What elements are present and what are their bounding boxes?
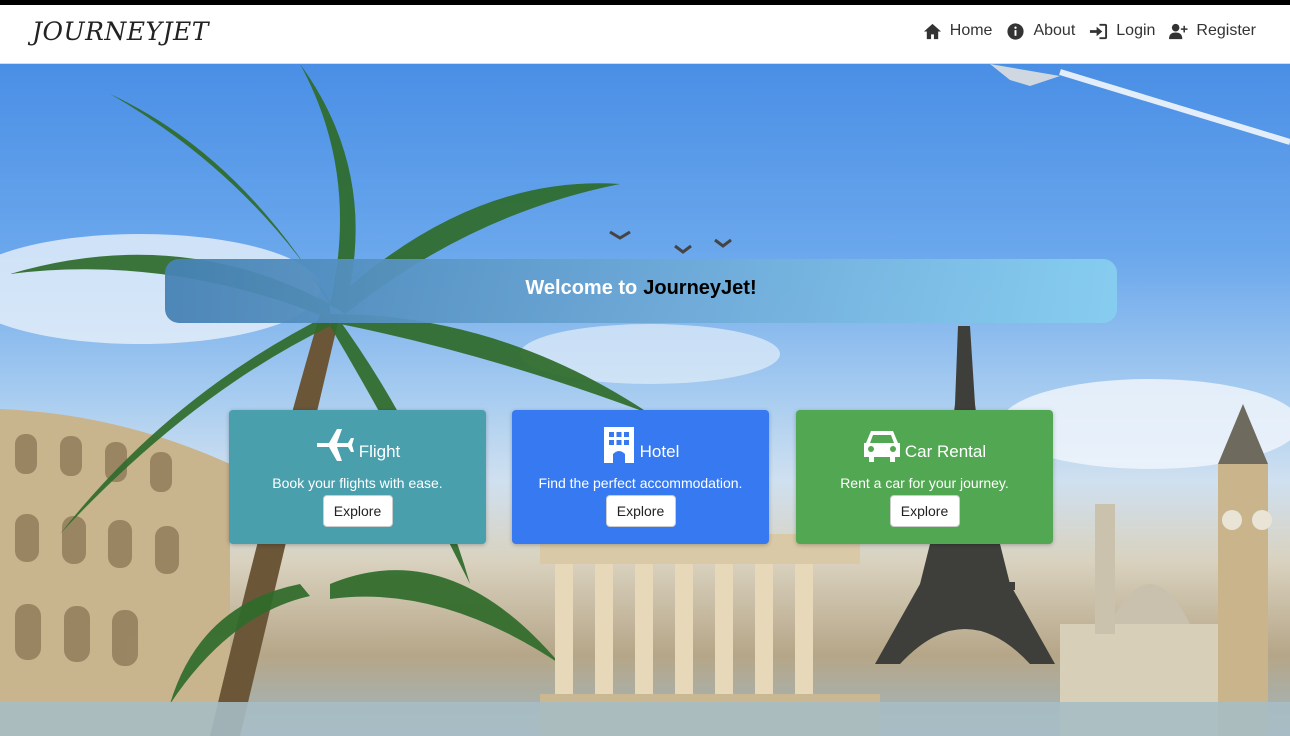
nav-register-label: Register: [1196, 22, 1256, 39]
hotel-explore-button[interactable]: Explore: [605, 495, 676, 527]
car-rental-card-title: Car Rental: [904, 442, 987, 461]
brand-logo[interactable]: JOURNEYJET: [32, 17, 209, 46]
car-rental-explore-button[interactable]: Explore: [889, 495, 960, 527]
nav-register[interactable]: Register: [1169, 22, 1256, 41]
nav-about-label: About: [1033, 22, 1076, 39]
nav-home-label: Home: [949, 22, 993, 39]
nav-login[interactable]: Login: [1089, 22, 1155, 41]
flight-explore-button[interactable]: Explore: [322, 495, 393, 527]
flight-card-title: Flight: [358, 442, 401, 461]
main-nav: Home About Login Register: [923, 22, 1256, 41]
nav-about[interactable]: About: [1006, 22, 1075, 41]
welcome-banner: Welcome to JourneyJet!: [165, 259, 1117, 323]
landmarks-illustration: [0, 64, 1290, 736]
info-icon: [1007, 22, 1025, 40]
hero-background: Welcome to JourneyJet! Flight Book your …: [0, 64, 1290, 736]
nav-home[interactable]: Home: [923, 22, 993, 41]
welcome-brand-name: JourneyJet!: [643, 276, 757, 299]
hotel-icon: [603, 427, 634, 463]
car-rental-card: Car Rental Rent a car for your journey. …: [796, 410, 1053, 544]
car-icon: [863, 431, 900, 462]
user-plus-icon: [1169, 23, 1188, 39]
navbar: JOURNEYJET Home About Login Register: [0, 5, 1290, 64]
login-icon: [1090, 23, 1108, 39]
hotel-card-title: Hotel: [639, 442, 680, 461]
flight-card: Flight Book your flights with ease. Expl…: [229, 410, 486, 544]
flight-card-text: Book your flights with ease.: [272, 475, 443, 491]
welcome-prefix: Welcome to: [525, 276, 638, 299]
nav-login-label: Login: [1116, 22, 1156, 39]
home-icon: [923, 23, 941, 39]
plane-icon: [316, 429, 354, 461]
car-rental-card-text: Rent a car for your journey.: [840, 475, 1009, 491]
hotel-card: Hotel Find the perfect accommodation. Ex…: [512, 410, 769, 544]
hotel-card-text: Find the perfect accommodation.: [538, 475, 743, 491]
